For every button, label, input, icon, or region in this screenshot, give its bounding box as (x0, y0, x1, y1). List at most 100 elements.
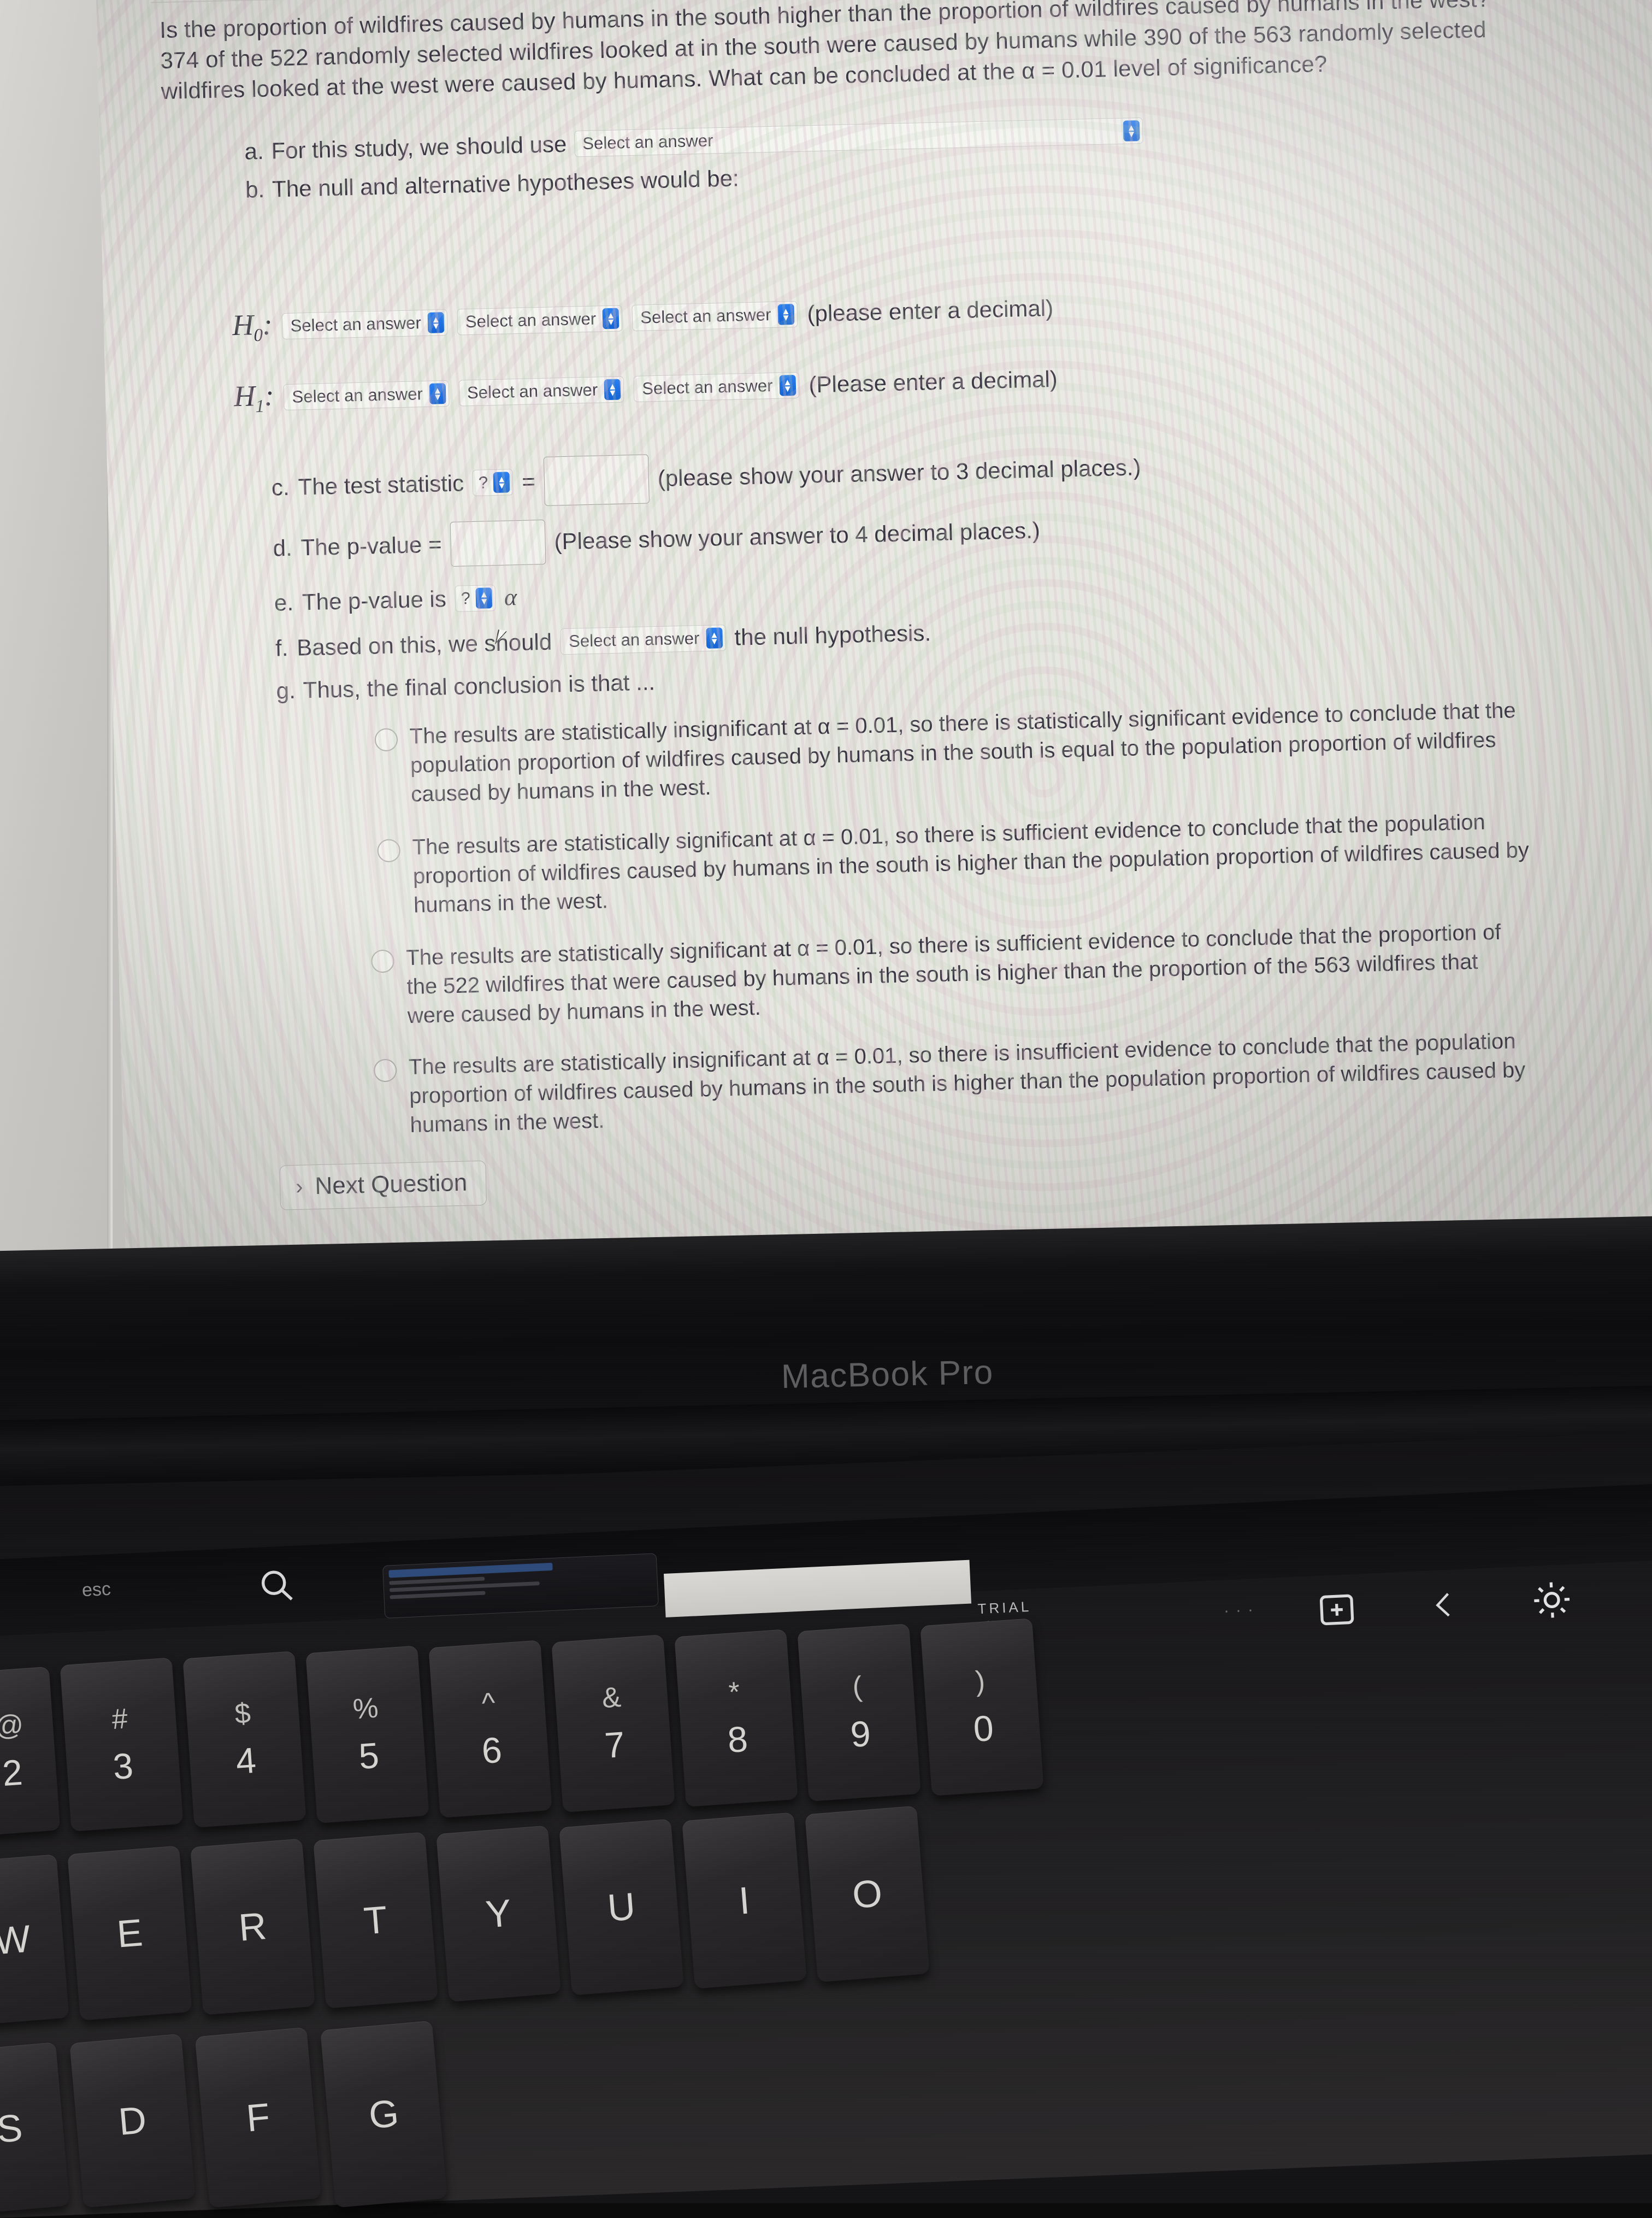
item-f-marker: f. (275, 635, 288, 662)
h1-operator-value: Select an answer (467, 380, 605, 403)
key-g[interactable]: G (320, 2021, 447, 2208)
item-d: d. The p-value = (Please show your answe… (273, 508, 1041, 571)
chevron-left-icon[interactable] (1427, 1585, 1461, 1628)
chevron-updown-icon: ▴▾ (604, 379, 621, 400)
chevron-updown-icon: ▴▾ (779, 375, 796, 396)
study-type-dropdown-value: Select an answer (582, 121, 1124, 154)
h1-operator-dropdown[interactable]: Select an answer ▴▾ (458, 376, 624, 406)
h1-param-value: Select an answer (292, 384, 429, 407)
conclusion-option-2[interactable]: The results are statistically significan… (377, 807, 1537, 921)
conclusion-option-1-label: The results are statistically insignific… (409, 696, 1534, 809)
photo-scene: Is the proportion of wildfires caused by… (0, 0, 1652, 2203)
item-d-marker: d. (273, 535, 292, 562)
key-r[interactable]: R (190, 1838, 315, 2015)
p-value-comparison-dropdown[interactable]: ? ▴▾ (455, 585, 495, 612)
item-f: f. Based on this, we should Select an an… (275, 620, 931, 661)
decision-dropdown[interactable]: Select an answer ▴▾ (560, 625, 726, 655)
item-e-label: The p-value is (302, 586, 446, 615)
item-c-note: (please show your answer to 3 decimal pl… (657, 454, 1141, 492)
conclusion-option-2-label: The results are statistically significan… (412, 807, 1537, 920)
chevron-updown-icon: ▴▾ (429, 383, 446, 404)
conclusion-option-4-label: The results are statistically insignific… (409, 1027, 1533, 1140)
key-y[interactable]: Y (436, 1825, 561, 2002)
test-statistic-type-dropdown[interactable]: ? ▴▾ (473, 469, 514, 496)
search-icon[interactable] (256, 1564, 297, 1608)
laptop-screen: Is the proportion of wildfires caused by… (96, 0, 1652, 1289)
h1-label: H1: (233, 379, 274, 418)
item-e: e. The p-value is ? ▴▾ α (274, 583, 517, 616)
key-u[interactable]: U (559, 1819, 684, 1995)
question-prompt: Is the proportion of wildfires caused by… (160, 0, 1494, 107)
h0-operator-dropdown[interactable]: Select an answer ▴▾ (457, 305, 622, 335)
key-t[interactable]: T (313, 1832, 438, 2008)
key-f[interactable]: F (195, 2027, 322, 2208)
h0-value-dropdown[interactable]: Select an answer ▴▾ (632, 301, 798, 331)
item-b-label: The null and alternative hypotheses woul… (272, 165, 739, 202)
radio-button-icon[interactable] (374, 1059, 397, 1082)
h0-param-value: Select an answer (290, 313, 428, 336)
item-c: c. The test statistic ? ▴▾ = (please sho… (271, 443, 1141, 512)
key-d[interactable]: D (69, 2034, 196, 2208)
conclusion-option-3-label: The results are statistically significan… (406, 917, 1531, 1031)
chevron-updown-icon: ▴▾ (493, 472, 510, 493)
item-b: b. The null and alternative hypotheses w… (245, 165, 739, 203)
radio-button-icon[interactable] (371, 950, 394, 973)
item-g-label: Thus, the final conclusion is that ... (303, 669, 655, 703)
chevron-updown-icon: ▴▾ (777, 304, 794, 325)
item-b-marker: b. (245, 177, 265, 203)
h0-value-value: Select an answer (640, 305, 778, 328)
radio-button-icon[interactable] (374, 728, 398, 751)
item-g-marker: g. (276, 678, 296, 704)
key-e[interactable]: E (67, 1845, 192, 2020)
screenshot-icon[interactable] (1315, 1589, 1358, 1633)
item-d-label: The p-value = (300, 531, 442, 561)
next-question-button[interactable]: › Next Question (279, 1161, 487, 1210)
chevron-updown-icon: ▴▾ (603, 308, 620, 329)
key-5[interactable]: % 5 (305, 1645, 429, 1823)
alpha-symbol: α (504, 583, 517, 611)
key-i[interactable]: I (682, 1812, 807, 1988)
touchbar-overflow-dots[interactable]: ··· (1223, 1601, 1260, 1621)
brightness-icon[interactable] (1531, 1579, 1573, 1623)
conclusion-option-3[interactable]: The results are statistically significan… (371, 917, 1531, 1032)
key-7[interactable]: & 7 (551, 1634, 675, 1813)
chevron-updown-icon: ▴▾ (706, 627, 723, 649)
quiz-page: Is the proportion of wildfires caused by… (96, 0, 1652, 1289)
item-a: a. For this study, we should use Select … (244, 117, 1143, 165)
item-c-label: The test statistic (298, 470, 464, 500)
item-e-marker: e. (274, 589, 293, 616)
study-type-dropdown[interactable]: Select an answer ▴ ▾ (574, 117, 1143, 157)
item-f-label: Based on this, we should (297, 629, 552, 661)
item-a-marker: a. (244, 138, 264, 165)
chevron-updown-icon: ▴▾ (427, 312, 444, 333)
test-statistic-type-value: ? (479, 473, 494, 493)
key-9[interactable]: ( 9 (797, 1623, 921, 1802)
key-4[interactable]: $ 4 (182, 1651, 306, 1828)
h0-operator-value: Select an answer (465, 309, 603, 332)
hypothesis-null-row: H0: Select an answer ▴▾ Select an answer… (232, 289, 1053, 346)
key-6[interactable]: ^ 6 (428, 1640, 552, 1818)
key-o[interactable]: O (805, 1805, 930, 1982)
h1-value-dropdown[interactable]: Select an answer ▴▾ (634, 372, 799, 402)
key-8[interactable]: * 8 (674, 1629, 798, 1807)
conclusion-option-1[interactable]: The results are statistically insignific… (374, 696, 1534, 810)
h1-param-dropdown[interactable]: Select an answer ▴▾ (284, 380, 449, 410)
h0-label: H0: (232, 308, 273, 347)
key-3[interactable]: # 3 (60, 1657, 184, 1832)
h1-value-value: Select an answer (642, 376, 780, 399)
decision-dropdown-value: Select an answer (569, 628, 706, 651)
item-g: g. Thus, the final conclusion is that ..… (276, 669, 655, 704)
chevron-right-icon: › (296, 1174, 303, 1199)
key-0[interactable]: ) 0 (920, 1618, 1043, 1796)
test-statistic-input[interactable] (544, 454, 650, 505)
radio-button-icon[interactable] (377, 839, 400, 862)
p-value-input[interactable] (450, 520, 546, 567)
h1-note: (Please enter a decimal) (809, 366, 1058, 398)
conclusion-option-4[interactable]: The results are statistically insignific… (374, 1027, 1533, 1141)
macbook-pro-brand: MacBook Pro (781, 1353, 994, 1396)
item-d-note: (Please show your answer to 4 decimal pl… (554, 517, 1040, 555)
h0-param-dropdown[interactable]: Select an answer ▴▾ (282, 309, 447, 339)
touchbar-esc-key[interactable]: esc (81, 1579, 111, 1601)
item-a-label: For this study, we should use (271, 131, 567, 164)
item-c-equals: = (522, 468, 536, 495)
